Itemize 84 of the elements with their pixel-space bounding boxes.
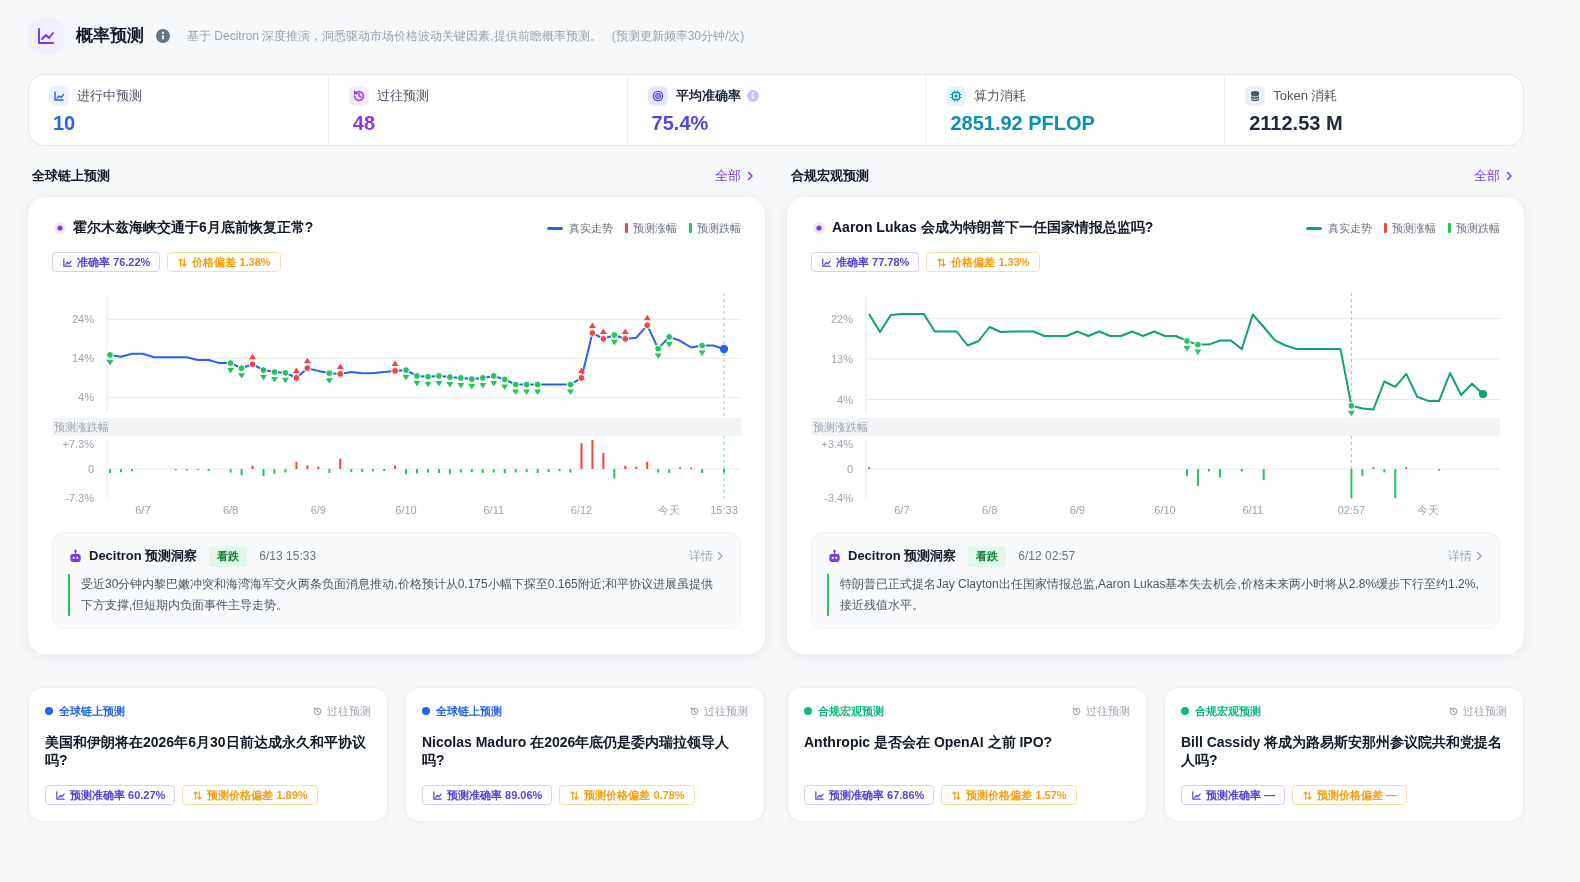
axis-label: 今天 [658, 504, 681, 516]
chart-title: 预测涨跌幅 [52, 418, 741, 436]
axis-label: 6/10 [395, 504, 417, 516]
axis-label: -3.4% [824, 492, 853, 504]
stat-value: 2851.92 PFLOP [950, 111, 1096, 136]
stat-label: 平均准确率 [675, 87, 741, 105]
accuracy-value: 预测准确率 — [1206, 787, 1276, 803]
question-title: Aaron Lukas 会成为特朗普下一任国家情报总监吗? [832, 219, 1154, 237]
axis-label: 0 [846, 463, 853, 475]
question-title: 美国和伊朗将在2026年6月30日前达成永久和平协议吗? [45, 733, 367, 769]
section-title: 合规宏观预测 [791, 167, 869, 185]
axis-label: +3.4% [821, 438, 853, 450]
stat-label: 进行中预测 [77, 87, 142, 105]
status-text: 过往预测 [327, 703, 371, 719]
axis-label: 今天 [1417, 504, 1440, 516]
axis-label: 4% [837, 393, 853, 406]
legend-label: 真实走势 [1328, 220, 1372, 236]
deviation-value: 价格偏差 1.33% [951, 254, 1030, 270]
axis-label: 6/12 [570, 504, 593, 516]
axis-label: 6/7 [894, 504, 910, 516]
legend-label: 预测涨幅 [633, 220, 677, 236]
axis-label: +7.3% [62, 438, 94, 450]
insight-time: 6/13 15:33 [259, 549, 317, 563]
axis-label: 4% [78, 391, 94, 404]
update-note: (预测更新频率30分钟/次) [611, 27, 745, 45]
stat-value: 48 [352, 111, 377, 136]
axis-label: 6/9 [1069, 504, 1085, 516]
accuracy-value: 准确率 76.22% [77, 254, 151, 270]
deviation-value: 预测价格偏差 0.78% [584, 787, 685, 803]
status-text: 过往预测 [1086, 703, 1130, 719]
accuracy-value: 准确率 77.78% [836, 254, 910, 270]
accuracy-value: 预测准确率 60.27% [70, 787, 166, 803]
category-label: 合规宏观预测 [818, 703, 884, 719]
insight-text: 受近30分钟内黎巴嫩冲突和海湾海军交火两条负面消息推动,价格预计从0.175小幅下探至0.165附近;和平协议进展虽提供下方支撑,但短期内负面事件主导走势。 [68, 574, 725, 616]
deviation-value: 预测价格偏差 1.57% [966, 787, 1067, 803]
axis-label: 6/9 [310, 504, 326, 516]
legend-label: 预测涨幅 [1392, 220, 1436, 236]
axis-label: 6/8 [222, 504, 239, 516]
axis-label: 13% [830, 353, 853, 365]
insight-text: 特朗普已正式提名Jay Clayton出任国家情报总监,Aaron Lukas基本失去机会,价格未来两小时将从2.8%缓步下行至约1.2%,接近残值水平。 [827, 574, 1484, 616]
axis-label: 6/10 [1154, 504, 1176, 516]
deviation-value: 预测价格偏差 — [1317, 787, 1398, 803]
sentiment-tag: 看跌 [968, 545, 1007, 567]
status-text: 过往预测 [1463, 703, 1507, 719]
stat-label: 算力消耗 [974, 87, 1027, 105]
deviation-value: 预测价格偏差 1.89% [207, 787, 308, 803]
category-label: 合规宏观预测 [1195, 703, 1261, 719]
axis-label: -7.3% [65, 492, 94, 504]
axis-label: 15:33 [710, 504, 738, 516]
insight-title: Decitron 预测洞察 [89, 547, 198, 565]
axis-label: 02:57 [1337, 504, 1366, 516]
axis-label: 6/11 [1242, 504, 1264, 516]
axis-label: 6/11 [483, 504, 505, 516]
legend-label: 预测跌幅 [1456, 220, 1500, 236]
axis-label: 22% [830, 312, 853, 325]
page-title: 概率预测 [76, 25, 144, 47]
deviation-value: 价格偏差 1.38% [192, 254, 271, 270]
axis-label: 14% [71, 352, 94, 365]
accuracy-value: 预测准确率 67.86% [829, 787, 925, 803]
stat-value: 75.4% [651, 111, 710, 136]
status-text: 过往预测 [704, 703, 748, 719]
question-title: Bill Cassidy 将成为路易斯安那州参议院共和党提名人吗? [1181, 733, 1503, 769]
sentiment-tag: 看跌 [209, 545, 248, 567]
stat-label: Token 消耗 [1273, 87, 1338, 105]
chart-title: 预测涨跌幅 [811, 418, 1500, 436]
legend-label: 真实走势 [569, 220, 613, 236]
question-title: Anthropic 是否会在 OpenAI 之前 IPO? [804, 733, 1054, 752]
legend-label: 预测跌幅 [697, 220, 741, 236]
question-title: 霍尔木兹海峡交通于6月底前恢复正常? [73, 219, 314, 237]
insight-time: 6/12 02:57 [1018, 549, 1076, 563]
stat-label: 过往预测 [376, 87, 429, 105]
axis-label: 24% [71, 313, 94, 326]
section-title: 全球链上预测 [32, 167, 110, 185]
question-title: Nicolas Maduro 在2026年底仍是委内瑞拉领导人吗? [422, 733, 731, 769]
page-description: 基于 Decitron 深度推演，洞悉驱动市场价格波动关键因素,提供前瞻概率预测。 [187, 27, 602, 45]
category-label: 全球链上预测 [59, 703, 125, 719]
axis-label: 6/8 [981, 504, 998, 516]
axis-label: 6/7 [135, 504, 151, 516]
insight-title: Decitron 预测洞察 [848, 547, 957, 565]
axis-label: 0 [87, 463, 94, 475]
category-label: 全球链上预测 [436, 703, 502, 719]
stat-value: 10 [53, 111, 77, 136]
accuracy-value: 预测准确率 89.06% [447, 787, 543, 803]
stat-value: 2112.53 M [1249, 111, 1344, 136]
